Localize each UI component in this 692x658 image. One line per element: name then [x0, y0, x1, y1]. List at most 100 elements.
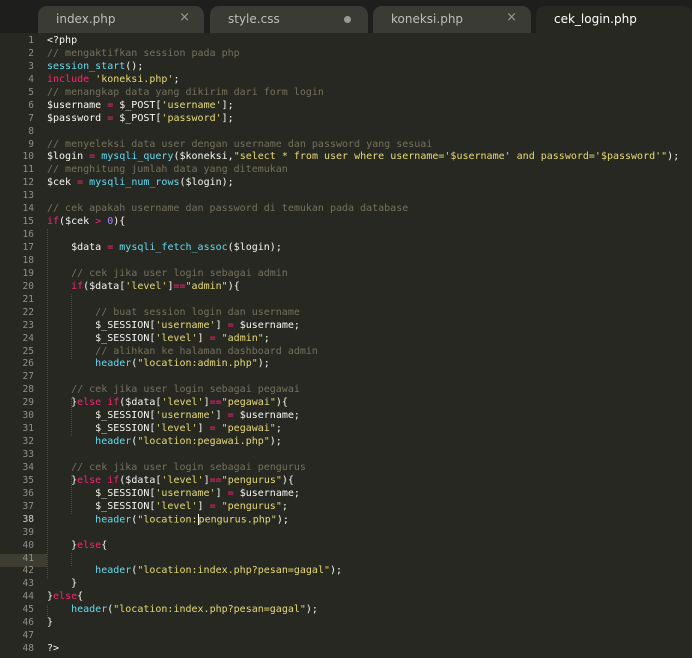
code-line[interactable]: session_start();	[47, 61, 692, 74]
code-token: );	[269, 436, 282, 448]
code-line[interactable]: $password = $_POST['password'];	[47, 113, 692, 126]
indent-guide	[71, 553, 73, 566]
code-area[interactable]: <?php// mengaktifkan session pada php ses…	[47, 35, 692, 656]
code-token: $username;	[233, 487, 300, 499]
code-line[interactable]	[47, 630, 692, 643]
code-line[interactable]: include 'koneksi.php';	[47, 74, 692, 87]
code-line[interactable]: }else{	[47, 540, 692, 553]
code-token: "location:pegawai.php"	[137, 436, 270, 448]
code-token: // buat session login dan username	[95, 306, 300, 318]
code-line[interactable]: $_SESSION['level'] = "admin";	[47, 333, 692, 346]
code-line[interactable]	[47, 553, 692, 566]
tab-label: cek_login.php	[554, 12, 637, 26]
code-token: // cek jika user login sebagai pengurus	[71, 461, 306, 473]
code-token: }	[47, 578, 78, 590]
code-token: // cek apakah username dan password di t…	[47, 203, 409, 215]
code-line[interactable]: // cek jika user login sebagai pengurus	[47, 462, 692, 475]
code-line[interactable]	[47, 255, 692, 268]
code-line[interactable]: $_SESSION['level'] = "pegawai";	[47, 423, 692, 436]
indent-guide	[71, 294, 73, 359]
code-editor[interactable]: 1 2 3 4 5 6 7 8 9 10 11 12 13 14 15 16 17 18 19 20 21 22 23 24 2…	[0, 33, 692, 658]
tab-style-css[interactable]: style.css	[210, 6, 368, 33]
code-token: header	[95, 565, 132, 577]
line-number: 30	[22, 410, 34, 422]
code-line[interactable]: header("location:index.php?pesan=gagal")…	[47, 565, 692, 578]
code-line[interactable]: header("location:pengurus.php");	[47, 513, 692, 527]
code-token: ]	[215, 410, 228, 422]
unsaved-dot-icon[interactable]	[344, 16, 351, 23]
code-token: ?>	[47, 643, 60, 655]
code-line[interactable]: ?>	[47, 643, 692, 656]
code-token: mysqli_query	[101, 151, 174, 163]
code-line[interactable]: $cek = mysqli_num_rows($login);	[47, 177, 692, 190]
line-number: 39	[22, 526, 34, 538]
code-line[interactable]: // menyeleksi data user dengan username …	[47, 139, 692, 152]
code-line[interactable]	[47, 126, 692, 139]
code-line[interactable]: // menghitung jumlah data yang ditemukan	[47, 164, 692, 177]
line-number: 38	[22, 513, 34, 525]
code-token: );	[329, 565, 343, 577]
code-line[interactable]: $data = mysqli_fetch_assoc($login);	[47, 242, 692, 255]
code-token: $_SESSION[	[47, 410, 156, 422]
code-line[interactable]: // cek jika user login sebagai admin	[47, 268, 692, 281]
code-line[interactable]: header("location:index.php?pesan=gagal")…	[47, 604, 692, 617]
code-line[interactable]: // cek jika user login sebagai pegawai	[47, 384, 692, 397]
code-line[interactable]: // mengaktifkan session pada php	[47, 48, 692, 61]
code-line[interactable]	[47, 371, 692, 384]
code-line[interactable]: if($cek > 0){	[47, 216, 692, 229]
code-line[interactable]: header("location:admin.php");	[47, 358, 692, 371]
close-icon[interactable]: ×	[179, 10, 190, 25]
code-line[interactable]: }else if($data['level']=="pegawai"){	[47, 397, 692, 410]
code-token: ;	[281, 500, 288, 512]
code-token: $_POST[	[113, 99, 162, 111]
code-line[interactable]: $_SESSION['username'] = $username;	[47, 488, 692, 501]
code-line[interactable]: }else if($data['level']=="pengurus"){	[47, 475, 692, 488]
code-line[interactable]: $_SESSION['level'] = "pengurus";	[47, 501, 692, 514]
code-line[interactable]: $_SESSION['username'] = $username;	[47, 410, 692, 423]
tab-index-php[interactable]: index.php ×	[38, 6, 204, 33]
code-token: ]	[197, 500, 210, 512]
code-token: "pengurus"	[221, 474, 282, 486]
line-number: 33	[22, 449, 34, 460]
close-icon[interactable]: ×	[506, 10, 517, 25]
code-line[interactable]: }	[47, 578, 692, 591]
code-token: ]	[197, 423, 210, 435]
code-line[interactable]: if($data['level']=="admin"){	[47, 281, 692, 294]
code-line[interactable]: // alihkan ke halaman dashboard admin	[47, 346, 692, 359]
code-token: ){	[227, 280, 240, 292]
code-line[interactable]: $username = $_POST['username'];	[47, 100, 692, 113]
code-line[interactable]: <?php	[47, 35, 692, 48]
code-token: else	[53, 591, 78, 603]
code-line[interactable]: $login = mysqli_query($koneksi,"select *…	[47, 151, 692, 164]
code-line[interactable]: header("location:pegawai.php");	[47, 436, 692, 449]
code-token: $login	[47, 151, 90, 163]
line-number: 36	[22, 487, 34, 499]
code-token: );	[305, 604, 318, 616]
code-line[interactable]	[47, 294, 692, 307]
code-line[interactable]: }else{	[47, 591, 692, 604]
code-token: // mengaktifkan session pada php	[47, 47, 240, 59]
code-token: // menghitung jumlah data yang ditemukan	[47, 164, 288, 176]
code-token: $cek	[47, 177, 78, 189]
line-number: 7	[28, 112, 34, 124]
code-token: $_POST[	[113, 112, 162, 124]
code-line[interactable]: }	[47, 617, 692, 630]
code-line[interactable]: // menangkap data yang dikirim dari form…	[47, 87, 692, 100]
line-number: 34	[22, 461, 34, 473]
code-line[interactable]: // cek apakah username dan password di t…	[47, 203, 692, 216]
code-line[interactable]	[47, 229, 692, 242]
code-token: ==	[173, 280, 186, 292]
code-token: ==	[209, 474, 222, 486]
code-line[interactable]	[47, 190, 692, 203]
code-token: ($cek	[59, 216, 96, 228]
code-line[interactable]: $_SESSION['username'] = $username;	[47, 320, 692, 333]
tab-cek-login-php[interactable]: cek_login.php	[536, 6, 692, 33]
code-line[interactable]	[47, 527, 692, 540]
code-token: // alihkan ke halaman dashboard admin	[95, 345, 318, 357]
code-line[interactable]	[47, 449, 692, 462]
line-number: 27	[22, 371, 34, 383]
tab-koneksi-php[interactable]: koneksi.php ×	[373, 6, 531, 33]
code-line[interactable]: // buat session login dan username	[47, 307, 692, 320]
